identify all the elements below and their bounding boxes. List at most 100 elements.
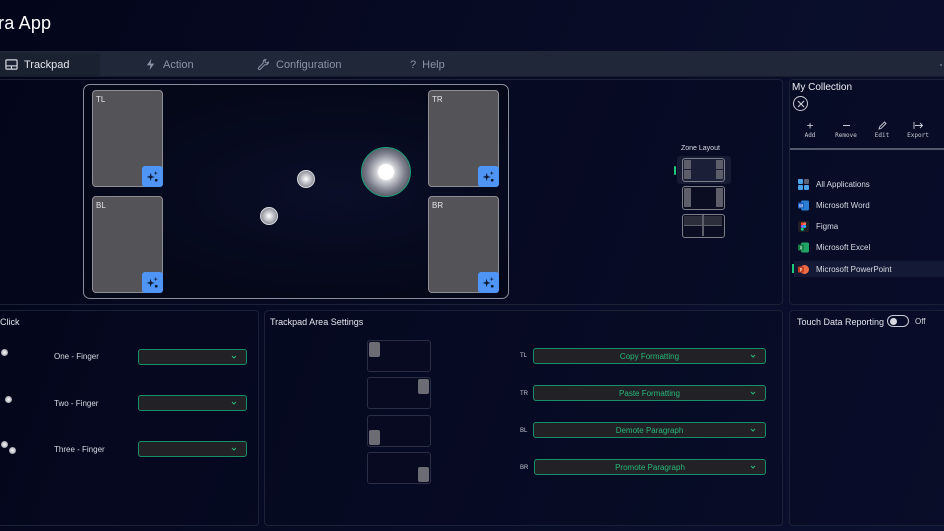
- tab-configuration[interactable]: Configuration: [257, 53, 341, 76]
- dropdown-value: Promote Paragraph: [615, 462, 685, 472]
- edit-button[interactable]: Edit: [862, 120, 902, 139]
- remove-label: Remove: [835, 132, 857, 139]
- zone-bl[interactable]: BL: [92, 196, 163, 293]
- corner-label-tl: TL: [520, 353, 528, 359]
- two-finger-dropdown[interactable]: [138, 395, 247, 411]
- main-nav: Trackpad Action Configuration ? Help: [0, 51, 944, 77]
- click-panel-title: Click: [0, 317, 20, 327]
- area-preview-bl: [367, 415, 431, 447]
- minus-icon: [842, 125, 850, 126]
- tab-label: Configuration: [276, 58, 342, 71]
- chevron-down-icon: [750, 391, 756, 395]
- br-action-dropdown[interactable]: Promote Paragraph: [534, 459, 766, 475]
- dropdown-value: Demote Paragraph: [615, 425, 684, 435]
- add-label: Add: [804, 132, 816, 139]
- finger-dot-icon: [9, 447, 16, 454]
- tab-trackpad[interactable]: Trackpad: [0, 53, 100, 76]
- tr-action-dropdown[interactable]: Paste Formatting: [533, 385, 766, 401]
- tl-action-dropdown[interactable]: Copy Formatting: [533, 348, 766, 364]
- corner-label-br: BR: [520, 465, 529, 471]
- export-button[interactable]: Export: [898, 120, 938, 139]
- lightning-icon: [146, 58, 155, 71]
- touch-data-label: Touch Data Reporting: [797, 317, 885, 327]
- zone-layout-option-split[interactable]: [682, 214, 725, 238]
- zone-tl[interactable]: TL: [92, 90, 163, 187]
- app-label: Figma: [816, 221, 839, 231]
- pencil-icon: [877, 121, 887, 130]
- bl-action-dropdown[interactable]: Demote Paragraph: [533, 422, 766, 438]
- app-item-powerpoint[interactable]: P Microsoft PowerPoint: [794, 261, 944, 277]
- touch-data-panel: [789, 310, 944, 526]
- zone-action-button[interactable]: [478, 272, 499, 293]
- svg-text:P: P: [800, 267, 803, 273]
- sparkle-icon: [482, 276, 494, 288]
- zone-action-button[interactable]: [478, 166, 499, 187]
- three-finger-dropdown[interactable]: [138, 441, 247, 457]
- figma-icon: [798, 220, 809, 232]
- zone-label: TR: [432, 95, 443, 104]
- one-finger-dropdown[interactable]: [138, 349, 247, 365]
- toggle-state-label: Off: [915, 317, 926, 326]
- collection-title: My Collection: [792, 82, 853, 93]
- app-item-figma[interactable]: Figma: [794, 218, 944, 234]
- chevron-down-icon: [750, 354, 756, 358]
- chevron-down-icon: [231, 355, 237, 359]
- zone-action-button[interactable]: [142, 166, 163, 187]
- trackpad-surface[interactable]: TL TR BL BR: [83, 84, 509, 299]
- app-label: Microsoft PowerPoint: [816, 264, 892, 274]
- chevron-down-icon: [750, 465, 756, 469]
- zone-layout-option-two-sides[interactable]: [682, 186, 725, 210]
- chevron-down-icon: [231, 447, 237, 451]
- area-settings-panel: [264, 310, 783, 526]
- app-label: Microsoft Excel: [816, 242, 871, 252]
- zone-label: BR: [432, 201, 444, 210]
- tab-label: Help: [422, 58, 445, 71]
- zone-label: TL: [96, 95, 106, 104]
- selected-indicator: [674, 166, 676, 175]
- dropdown-value: Copy Formatting: [619, 351, 680, 361]
- wrench-icon: [257, 58, 270, 71]
- remove-button[interactable]: Remove: [826, 120, 866, 139]
- touch-point: [297, 170, 315, 188]
- tab-action[interactable]: Action: [144, 53, 194, 76]
- question-icon: ?: [410, 58, 417, 71]
- corner-label-tr: TR: [520, 391, 528, 397]
- grid-icon: [798, 178, 809, 190]
- active-touch-point: [361, 147, 411, 197]
- finger-dot-icon: [5, 396, 12, 403]
- tab-help[interactable]: ? Help: [410, 53, 445, 76]
- plus-icon: +: [806, 119, 814, 132]
- overflow-indicator: [940, 64, 942, 66]
- add-button[interactable]: + Add: [790, 119, 830, 139]
- three-finger-label: Three - Finger: [54, 445, 105, 454]
- app-item-excel[interactable]: X Microsoft Excel: [794, 239, 944, 255]
- area-preview-br: [367, 452, 431, 484]
- dropdown-value: Paste Formatting: [619, 388, 680, 398]
- app-label: All Applications: [816, 179, 870, 189]
- zone-br[interactable]: BR: [428, 196, 499, 293]
- app-label: Microsoft Word: [816, 200, 870, 210]
- touch-data-toggle[interactable]: [887, 315, 909, 327]
- svg-text:W: W: [799, 203, 804, 209]
- two-finger-label: Two - Finger: [54, 399, 99, 408]
- selected-indicator: [792, 264, 794, 273]
- zone-action-button[interactable]: [142, 272, 163, 293]
- app-item-word[interactable]: W Microsoft Word: [794, 197, 944, 213]
- sparkle-icon: [482, 170, 494, 182]
- zone-layout-option-four-corners[interactable]: [682, 158, 725, 182]
- close-icon: [797, 100, 804, 107]
- export-icon: [913, 122, 923, 129]
- click-panel: [0, 310, 259, 526]
- area-settings-title: Trackpad Area Settings: [270, 317, 364, 327]
- corner-label-bl: BL: [520, 428, 528, 434]
- zone-tr[interactable]: TR: [428, 90, 499, 187]
- excel-icon: X: [798, 242, 809, 252]
- app-item-all-applications[interactable]: All Applications: [794, 176, 944, 192]
- sparkle-icon: [146, 276, 158, 288]
- chevron-down-icon: [231, 401, 237, 405]
- tab-label: Action: [163, 58, 194, 71]
- word-icon: W: [798, 200, 809, 210]
- toggle-knob: [890, 317, 897, 325]
- close-button[interactable]: [793, 96, 808, 111]
- app-title: ra App: [0, 13, 52, 33]
